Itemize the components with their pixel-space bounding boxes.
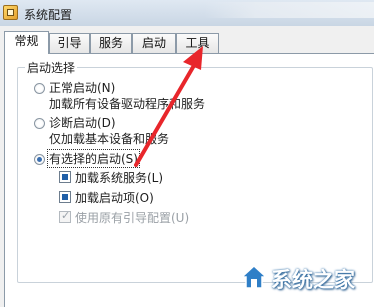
red-arrow-annotation — [134, 46, 203, 167]
arrow-shaft — [134, 60, 198, 167]
arrow-head — [183, 46, 203, 70]
